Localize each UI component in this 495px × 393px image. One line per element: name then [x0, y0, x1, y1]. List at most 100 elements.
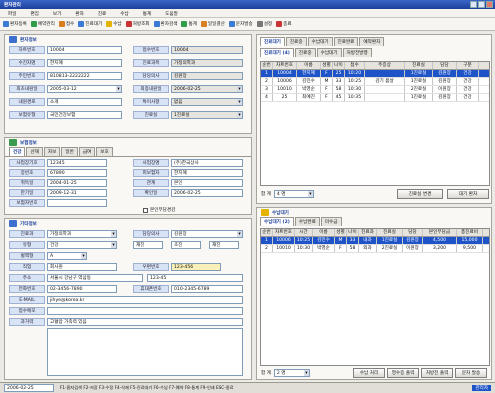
field-value[interactable]: 10004 — [47, 46, 122, 54]
column-header[interactable]: 이름 — [313, 229, 335, 236]
column-header[interactable]: 이름 — [297, 62, 321, 69]
column-header[interactable]: 주증상 — [365, 62, 405, 69]
toolbar-button[interactable]: 종료 — [276, 21, 292, 27]
check-option[interactable]: 초진 — [171, 241, 201, 249]
waiting-subtab[interactable]: 처방전발행 — [342, 48, 372, 57]
field-value[interactable]: 한지혜 — [171, 169, 243, 177]
check-option[interactable]: 재진 — [209, 241, 239, 249]
toolbar-button[interactable]: 설정 — [256, 21, 272, 27]
waiting-subtab[interactable]: 진료중 — [294, 48, 316, 57]
field-value[interactable]: 2006-02-25 — [171, 85, 243, 93]
column-header[interactable]: 나이 — [333, 62, 345, 69]
column-header[interactable]: 순번 — [261, 62, 273, 69]
column-header[interactable]: 차트번호 — [273, 229, 295, 236]
menu-item[interactable]: 진료 — [98, 11, 106, 17]
toolbar-button[interactable]: 수납 — [106, 21, 122, 27]
column-header[interactable]: 구분 — [457, 62, 479, 69]
field-value[interactable]: 810813-2222222 — [47, 72, 122, 80]
toolbar-button[interactable]: 환자등록 — [3, 21, 27, 27]
field-value[interactable]: 67890 — [47, 169, 107, 177]
table-row[interactable]: 2 10010 10:30 박영순 F 58 외과 2진료실 이원장 3,200 9,500 — [261, 245, 489, 253]
waiting-tab[interactable]: 진료중 — [285, 37, 307, 46]
field-value[interactable]: 1진료실 — [171, 111, 243, 119]
payment-action-button[interactable]: 처방전 출력 — [421, 368, 453, 378]
maximize-button[interactable] — [478, 1, 485, 8]
table-row[interactable]: 1 10004 한지혜 F 25 10:20 1진료실 김원장 건강 — [261, 70, 489, 78]
field-value[interactable]: 소개 — [47, 98, 122, 106]
field-value[interactable]: 2005-03-12 — [47, 85, 122, 93]
column-header[interactable]: 진료실 — [405, 62, 433, 69]
column-header[interactable]: 담당 — [403, 229, 423, 236]
field-value[interactable]: 10004 — [171, 46, 243, 54]
payment-action-button[interactable]: 문자 발송 — [455, 368, 487, 378]
department-select[interactable]: 가정의학과 — [47, 230, 117, 238]
payment-tab[interactable]: 미수금 — [320, 217, 342, 226]
field-value[interactable]: 가정의학과 — [171, 59, 243, 67]
payment-action-button[interactable]: 영수증 출력 — [387, 368, 419, 378]
type-select[interactable]: 건강 — [47, 241, 117, 249]
column-header[interactable]: 나이 — [347, 229, 359, 236]
column-header[interactable]: 성별 — [335, 229, 347, 236]
memo-field[interactable] — [47, 307, 243, 315]
waiting-patient-button[interactable]: 대기 환자 — [447, 189, 489, 199]
address-detail-field[interactable]: 123-45 — [147, 274, 243, 282]
history-field[interactable]: 고혈압 가족력 있음 — [47, 318, 243, 326]
field-value[interactable]: 김원장 — [171, 72, 243, 80]
change-room-button[interactable]: 진료실 변경 — [397, 189, 443, 199]
waiting-tab[interactable]: 진료완료 — [333, 37, 359, 46]
field-value[interactable]: 국민건강보험 — [47, 111, 122, 119]
column-header[interactable]: 담당 — [433, 62, 457, 69]
toolbar-button[interactable]: 진료대기 — [78, 21, 102, 27]
column-header[interactable]: 총진료비 — [457, 229, 483, 236]
toolbar-button[interactable]: 환자검색 — [153, 21, 177, 27]
table-row[interactable]: 2 10006 김민수 M 33 10:25 감기 몸살 1진료실 김원장 건강 — [261, 78, 489, 86]
column-header[interactable]: 진료실 — [377, 229, 403, 236]
menu-item[interactable]: 보기 — [53, 11, 61, 17]
waiting-tab[interactable]: 예약환자 — [359, 37, 385, 46]
toolbar-button[interactable]: 예약관리 — [30, 21, 55, 27]
doctor-select[interactable]: 김원장 — [171, 230, 243, 238]
toolbar-button[interactable]: 문자발송 — [228, 21, 253, 27]
menu-item[interactable]: 편집 — [30, 11, 38, 17]
field-value[interactable] — [47, 199, 107, 207]
close-button[interactable] — [486, 1, 493, 8]
field-value[interactable]: 12345 — [47, 159, 107, 167]
toolbar-button[interactable]: 처방조회 — [125, 21, 150, 27]
payment-tab[interactable]: 수납완료 — [294, 217, 320, 226]
field-value[interactable]: 한지혜 — [47, 59, 122, 67]
payment-action-button[interactable]: 수납 처리 — [353, 368, 385, 378]
menu-item[interactable]: 통계 — [143, 11, 151, 17]
menu-item[interactable]: 환자 — [75, 11, 83, 17]
table-row[interactable]: 1 10006 10:25 김민수 M 33 내과 1진료실 김원장 4,500 15,000 — [261, 237, 489, 245]
toolbar-button[interactable]: 통계 — [181, 21, 197, 27]
phone-field[interactable]: 02-3456-7890 — [47, 285, 117, 293]
job-field[interactable]: 회사원 — [47, 263, 117, 271]
insurance-tab[interactable]: 보호 — [96, 147, 113, 156]
field-value[interactable]: 2004-01-25 — [47, 179, 107, 187]
column-header[interactable]: 본인부담금 — [423, 229, 457, 236]
waiting-tab[interactable]: 수납대기 — [307, 37, 333, 46]
field-value[interactable]: 본인 — [171, 179, 243, 187]
field-value[interactable]: 2006-02-25 — [171, 189, 243, 197]
field-value[interactable]: (주)한국상사 — [171, 159, 243, 167]
email-field[interactable]: jihye@korea.kr — [47, 296, 243, 304]
waiting-subtab[interactable]: 수납대기 — [316, 48, 342, 57]
blood-type-select[interactable]: A — [47, 252, 87, 260]
reduction-checkbox[interactable]: 본인부담경감 — [143, 207, 175, 213]
insurance-tab[interactable]: 일반 — [61, 147, 78, 156]
column-header[interactable]: 성별 — [321, 62, 333, 69]
minimize-button[interactable] — [470, 1, 477, 8]
column-header[interactable]: 차트번호 — [273, 62, 297, 69]
insurance-tab[interactable]: 급여 — [78, 147, 96, 156]
insurance-tab[interactable]: 산재 — [26, 147, 43, 156]
menu-item[interactable]: 수납 — [120, 11, 128, 17]
column-header[interactable]: 접수 — [345, 62, 365, 69]
insurance-tab[interactable]: 건강 — [9, 147, 26, 156]
column-header[interactable]: 순번 — [261, 229, 273, 236]
menu-item[interactable]: 파일 — [8, 11, 16, 17]
insurance-tab[interactable]: 자보 — [43, 147, 61, 156]
column-header[interactable]: 진료과 — [359, 229, 377, 236]
field-value[interactable]: 2009-12-31 — [47, 189, 107, 197]
table-row[interactable]: 4 25 최예진 F 45 10:35 1진료실 김원장 건강 — [261, 94, 489, 102]
column-header[interactable]: 시간 — [295, 229, 313, 236]
